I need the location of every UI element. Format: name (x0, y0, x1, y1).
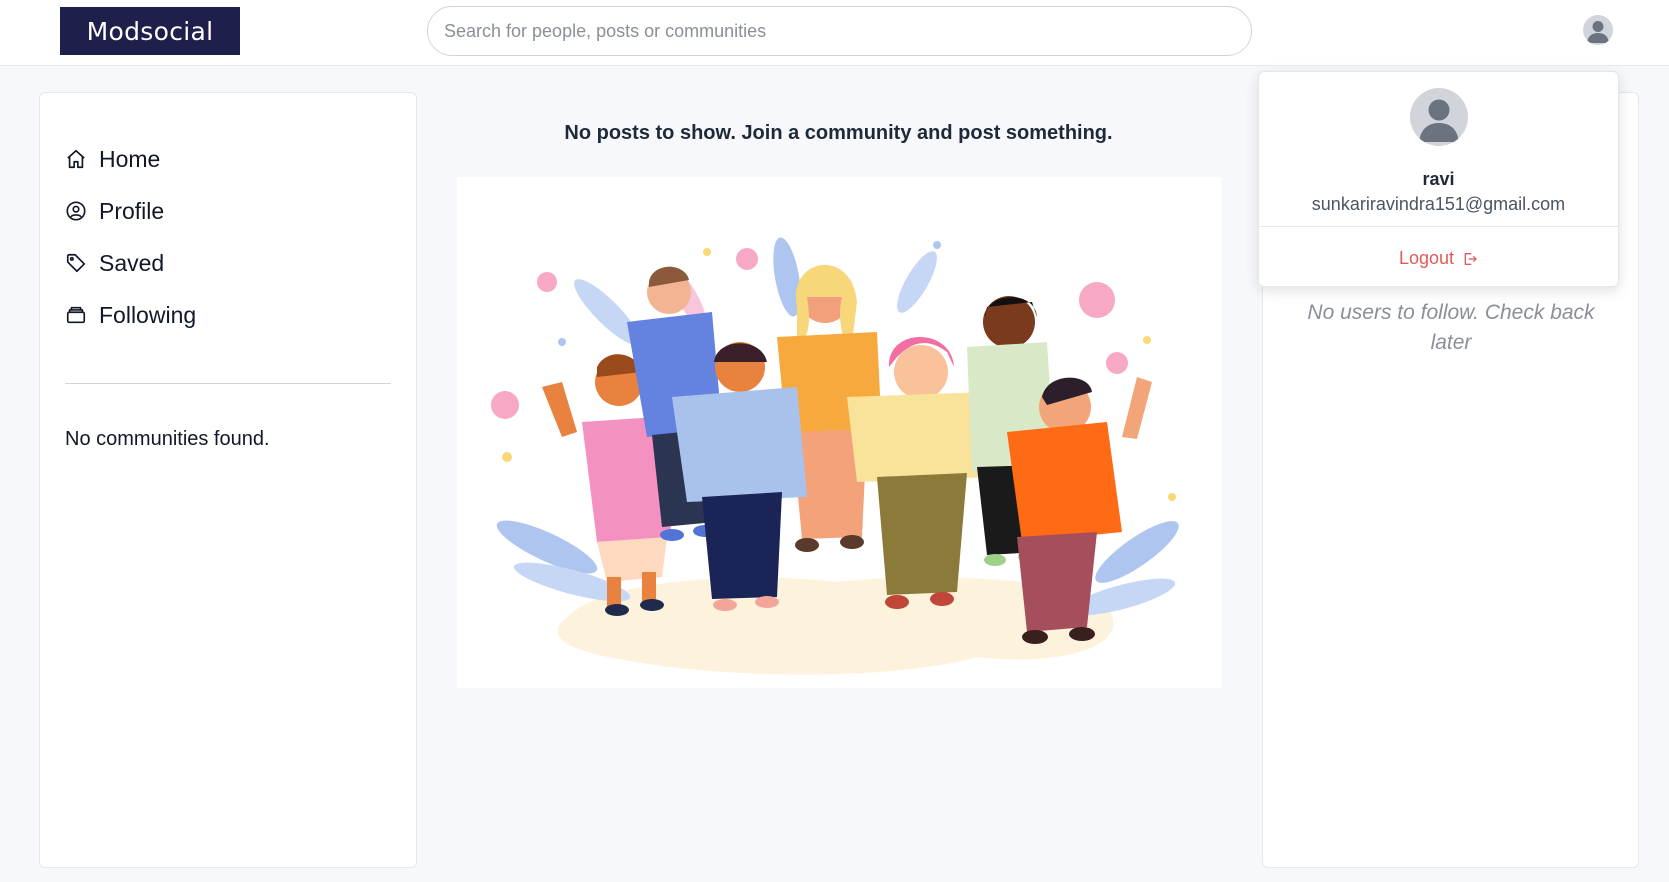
archive-icon (66, 306, 86, 324)
sidebar-item-profile[interactable]: Profile (65, 193, 164, 229)
sidebar-item-label: Saved (99, 249, 165, 276)
user-name: ravi (1422, 169, 1455, 189)
logout-label: Logout (1398, 248, 1455, 268)
logout-icon (1464, 252, 1477, 265)
user-email: sunkariravindra151@gmail.com (1311, 194, 1566, 214)
search-input[interactable] (427, 6, 1252, 56)
dropdown-divider (1259, 226, 1618, 227)
user-avatar-icon (1587, 21, 1609, 43)
top-bar: Modsocial (0, 0, 1669, 66)
profile-dropdown: ravi sunkariravindra151@gmail.com Logout (1258, 71, 1619, 287)
home-icon (67, 149, 85, 169)
sidebar-item-label: Following (99, 301, 197, 328)
community-illustration (457, 177, 1221, 688)
sidebar-item-following[interactable]: Following (65, 297, 196, 333)
no-communities-text: No communities found. (65, 428, 270, 450)
sidebar-item-label: Home (99, 145, 161, 172)
sidebar-divider (65, 383, 391, 384)
no-users-text: No users to follow. Check back later (1307, 301, 1595, 354)
dropdown-avatar (1410, 88, 1468, 146)
sidebar-item-home[interactable]: Home (65, 141, 160, 177)
user-avatar-button[interactable] (1583, 15, 1613, 45)
left-sidebar: Home Profile Saved Following No communit… (39, 92, 417, 868)
sidebar-item-label: Profile (99, 197, 165, 224)
user-avatar-icon (1419, 99, 1459, 142)
logout-button[interactable]: Logout (1259, 248, 1618, 269)
sidebar-item-saved[interactable]: Saved (65, 245, 164, 281)
tag-icon (66, 253, 86, 273)
empty-feed-message: No posts to show. Join a community and p… (564, 122, 1113, 144)
user-circle-icon (66, 201, 86, 221)
app-logo[interactable]: Modsocial (60, 7, 240, 55)
